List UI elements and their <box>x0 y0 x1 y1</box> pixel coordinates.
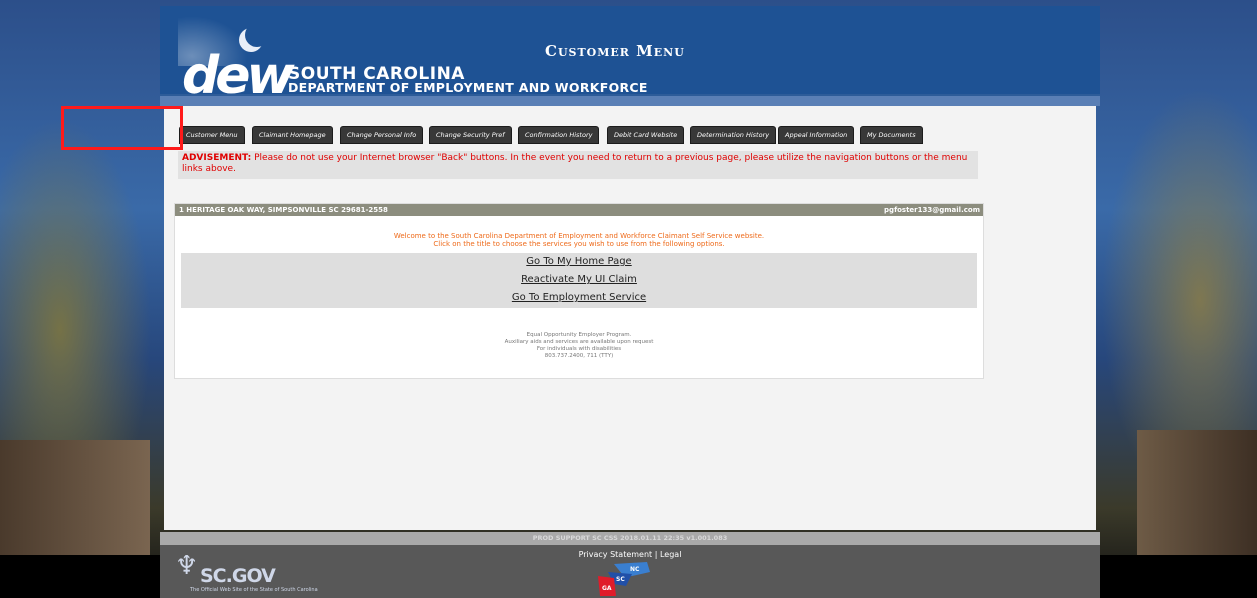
tab-change-security-pref[interactable]: Change Security Pref <box>429 126 512 144</box>
services-panel: 1 HERITAGE OAK WAY, SIMPSONVILLE SC 2968… <box>174 203 984 379</box>
eeo-statement: Equal Opportunity Employer Program. Auxi… <box>175 332 983 360</box>
eeo-line-1: Equal Opportunity Employer Program. <box>526 332 632 338</box>
eeo-line-4: 803.737.2400, 711 (TTY) <box>544 353 614 359</box>
footer: ♆ SC.GOV The Official Web Site of the St… <box>160 545 1100 598</box>
eeo-line-3: For individuals with disabilities <box>536 346 622 352</box>
user-info-bar: 1 HERITAGE OAK WAY, SIMPSONVILLE SC 2968… <box>175 204 983 216</box>
page-container: dew SOUTH CAROLINA DEPARTMENT OF EMPLOYM… <box>160 6 1100 598</box>
go-to-employment-service-link[interactable]: Go To Employment Service <box>181 292 977 303</box>
highlight-box <box>61 106 183 150</box>
reactivate-ui-claim-link[interactable]: Reactivate My UI Claim <box>181 274 977 285</box>
tab-confirmation-history[interactable]: Confirmation History <box>518 126 600 144</box>
header-banner: dew SOUTH CAROLINA DEPARTMENT OF EMPLOYM… <box>160 6 1100 94</box>
map-ga-label: GA <box>602 585 612 592</box>
tab-claimant-homepage[interactable]: Claimant Homepage <box>252 126 333 144</box>
privacy-statement-link[interactable]: Privacy Statement <box>579 550 653 559</box>
welcome-line-1: Welcome to the South Carolina Department… <box>393 232 765 240</box>
service-options: Go To My Home Page Reactivate My UI Clai… <box>181 253 977 308</box>
page-title: Customer Menu <box>545 42 685 60</box>
welcome-message: Welcome to the South Carolina Department… <box>175 232 983 248</box>
map-sc-label: SC <box>616 576 625 583</box>
logo-department-name: DEPARTMENT OF EMPLOYMENT AND WORKFORCE <box>288 80 648 94</box>
eeo-line-2: Auxiliary aids and services are availabl… <box>504 339 654 345</box>
user-email: pgfoster133@gmail.com <box>884 206 980 214</box>
go-to-home-page-link[interactable]: Go To My Home Page <box>181 256 977 267</box>
advisement-notice: ADVISEMENT: Please do not use your Inter… <box>178 151 978 179</box>
welcome-line-2: Click on the title to choose the service… <box>433 240 725 248</box>
crescent-moon-icon <box>245 23 269 47</box>
main-content: Customer Menu Claimant Homepage Change P… <box>164 106 1096 530</box>
regional-map-icon: NC SC GA <box>598 562 650 596</box>
user-address: 1 HERITAGE OAK WAY, SIMPSONVILLE SC 2968… <box>179 206 388 214</box>
advisement-label: ADVISEMENT: <box>182 153 252 163</box>
legal-link[interactable]: Legal <box>660 550 681 559</box>
map-nc-label: NC <box>630 566 640 573</box>
scgov-logo[interactable]: SC.GOV <box>200 565 276 587</box>
advisement-text: Please do not use your Internet browser … <box>182 153 968 174</box>
tab-appeal-information[interactable]: Appeal Information <box>778 126 855 144</box>
tab-customer-menu[interactable]: Customer Menu <box>179 126 245 144</box>
tab-change-personal-info[interactable]: Change Personal Info <box>340 126 424 144</box>
tab-my-documents[interactable]: My Documents <box>860 126 923 144</box>
background-pillar-left <box>0 440 150 555</box>
version-strip: PROD SUPPORT SC CSS 2018.01.11 22:35 v1.… <box>160 532 1100 545</box>
scgov-tagline: The Official Web Site of the State of So… <box>190 587 318 593</box>
dew-logo: dew <box>182 46 295 94</box>
header-divider-bar <box>160 94 1100 106</box>
footer-separator: | <box>654 550 658 559</box>
background-pillar-right <box>1137 430 1257 555</box>
tab-determination-history[interactable]: Determination History <box>690 126 777 144</box>
tab-debit-card-website[interactable]: Debit Card Website <box>607 126 685 144</box>
footer-links: Privacy Statement | Legal <box>160 550 1100 559</box>
